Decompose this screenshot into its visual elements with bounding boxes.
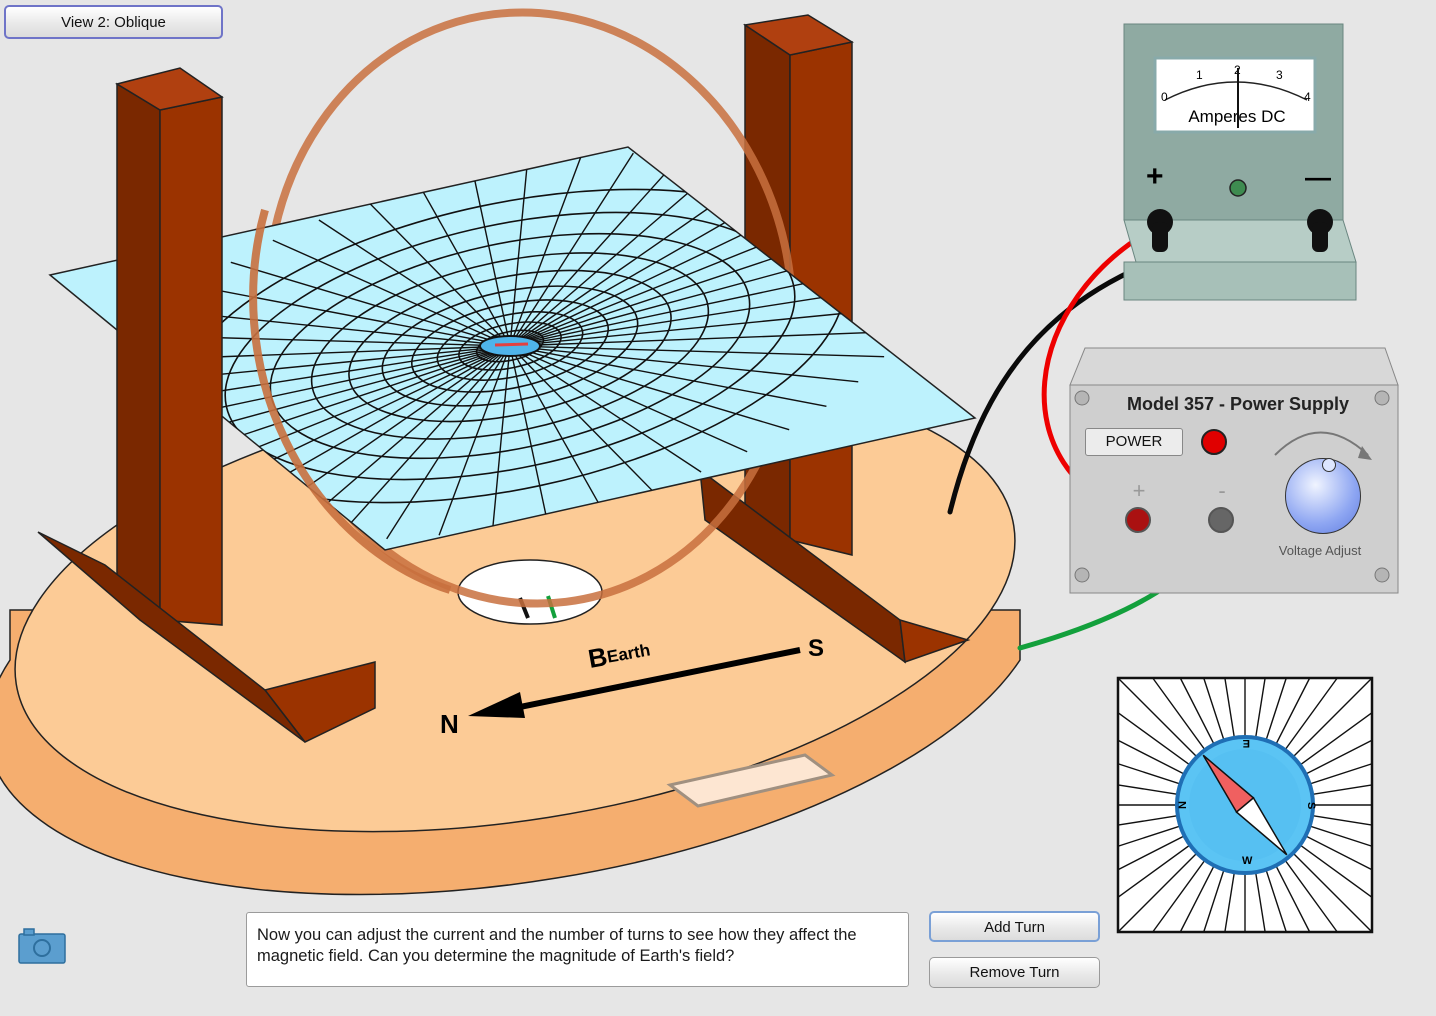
- power-indicator-light: [1201, 429, 1227, 455]
- power-supply-title: Model 357 - Power Supply: [1127, 394, 1349, 414]
- svg-text:+: +: [1133, 478, 1146, 503]
- camera-icon: [18, 928, 66, 964]
- apparatus-scene: BEarth N S 0 1 3 4 Amperes DC + — Model …: [0, 8, 1399, 934]
- svg-text:S: S: [1305, 802, 1317, 809]
- supply-minus-terminal: [1208, 507, 1234, 533]
- svg-text:-: -: [1218, 478, 1225, 503]
- svg-text:3: 3: [1276, 68, 1283, 82]
- svg-text:Voltage Adjust: Voltage Adjust: [1279, 543, 1362, 558]
- power-button[interactable]: POWER: [1085, 428, 1183, 456]
- remove-turn-button[interactable]: Remove Turn: [929, 957, 1100, 988]
- svg-text:0: 0: [1161, 90, 1168, 104]
- svg-text:—: —: [1305, 162, 1331, 192]
- svg-text:4: 4: [1304, 90, 1311, 104]
- supply-plus-terminal: [1125, 507, 1151, 533]
- svg-text:E: E: [1243, 737, 1250, 749]
- voltage-adjust-knob[interactable]: [1285, 458, 1361, 534]
- camera-button[interactable]: [17, 927, 67, 965]
- north-label: N: [440, 709, 459, 739]
- add-turn-button[interactable]: Add Turn: [929, 911, 1100, 942]
- zero-adjust-screw: [1229, 179, 1247, 197]
- south-label: S: [808, 635, 824, 662]
- svg-text:1: 1: [1196, 68, 1203, 82]
- compass-view: N E S W: [1116, 676, 1374, 934]
- svg-text:N: N: [1177, 801, 1189, 809]
- wire-hole: [457, 559, 603, 625]
- svg-text:W: W: [1242, 855, 1253, 867]
- svg-text:+: +: [1146, 160, 1164, 193]
- ammeter: 0 1 2 3 4 Amperes DC + —: [1123, 23, 1357, 301]
- instructions-text: Now you can adjust the current and the n…: [246, 912, 909, 987]
